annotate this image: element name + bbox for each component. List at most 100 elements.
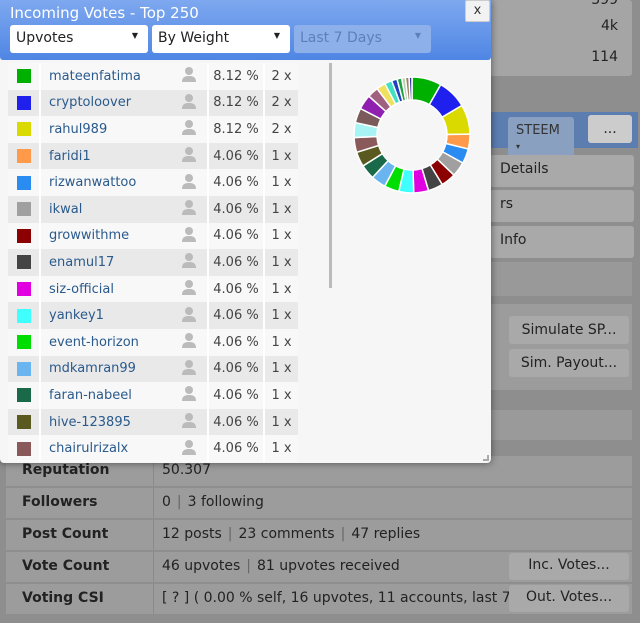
voter-link[interactable]: faran-nabeel (40, 382, 170, 409)
user-icon[interactable] (170, 222, 209, 250)
table-row: growwithme 4.06 % 1 x (8, 222, 298, 250)
user-icon[interactable] (170, 89, 209, 117)
field-value-part: 50.307 (162, 462, 211, 478)
vote-percent: 4.06 % (208, 328, 265, 356)
voter-link[interactable]: chairulrizalx (40, 435, 170, 462)
color-swatch-cell (8, 142, 41, 170)
voter-link[interactable]: ikwal (40, 195, 170, 223)
color-swatch-cell (8, 355, 41, 383)
vote-percent: 4.06 % (208, 435, 265, 462)
vote-count: 2 x (264, 63, 298, 90)
user-icon[interactable] (170, 63, 209, 90)
simulate-sp-button[interactable]: Simulate SP... (509, 316, 629, 344)
close-button[interactable]: x (465, 0, 490, 22)
voter-link[interactable]: event-horizon (40, 328, 170, 356)
table-row: cryptoloover 8.12 % 2 x (8, 89, 298, 117)
period-select: Last 7 Days ▼ (294, 25, 431, 53)
user-icon[interactable] (170, 382, 209, 409)
vote-count: 1 x (264, 382, 298, 409)
field-value-part: 81 upvotes received (257, 558, 400, 574)
table-row: enamul17 4.06 % 1 x (8, 249, 298, 276)
user-icon[interactable] (170, 142, 209, 170)
resize-handle[interactable] (483, 455, 489, 461)
field-value-part: 3 following (187, 494, 264, 510)
dialog-header: Incoming Votes - Top 250 Upvotes ▼ By Wei… (0, 0, 491, 60)
field-value-part: 0 (162, 494, 171, 510)
field-value-part: 47 replies (351, 526, 421, 542)
voter-link[interactable]: rizwanwattoo (40, 169, 170, 196)
voter-link[interactable]: rahul989 (40, 116, 170, 143)
dropdown-arrow-icon: ▾ (516, 142, 521, 151)
sort-select[interactable]: By Weight ▼ (152, 25, 290, 53)
currency-select[interactable]: STEEM ▾ (508, 117, 574, 159)
color-swatch (16, 255, 31, 270)
user-icon[interactable] (170, 195, 209, 223)
inc-votes-button[interactable]: Inc. Votes... (509, 553, 629, 580)
field-value: 46 upvotes | 81 upvotes received (162, 558, 400, 574)
color-swatch (16, 122, 31, 137)
currency-bar: STEEM ▾ ... (490, 112, 638, 159)
voter-link[interactable]: mdkamran99 (40, 355, 170, 383)
color-swatch-cell (8, 63, 41, 90)
vote-count: 2 x (264, 89, 298, 117)
incoming-votes-dialog: Incoming Votes - Top 250 Upvotes ▼ By Wei… (0, 0, 491, 463)
color-swatch (16, 202, 31, 217)
color-swatch (16, 308, 31, 323)
vote-count: 1 x (264, 222, 298, 250)
table-row: faran-nabeel 4.06 % 1 x (8, 382, 298, 409)
vote-count: 1 x (264, 249, 298, 276)
side-button[interactable]: rs (490, 190, 634, 222)
user-icon[interactable] (170, 302, 209, 329)
vote-count: 2 x (264, 116, 298, 143)
color-swatch (16, 69, 31, 84)
field-row: Followers 0 | 3 following (6, 488, 632, 518)
field-value-part: 23 comments (238, 526, 335, 542)
voter-link[interactable]: mateenfatima (40, 63, 170, 90)
vote-count: 1 x (264, 142, 298, 170)
vote-count: 1 x (264, 195, 298, 223)
user-icon[interactable] (170, 116, 209, 143)
separator: | (246, 558, 251, 574)
color-swatch-cell (8, 116, 41, 143)
donut-slice[interactable] (408, 76, 413, 101)
user-icon[interactable] (170, 249, 209, 276)
voter-link[interactable]: growwithme (40, 222, 170, 250)
vote-percent: 4.06 % (208, 302, 265, 329)
color-swatch (16, 441, 31, 456)
dropdown-arrow-icon: ▼ (273, 31, 280, 40)
info-button[interactable]: Info (490, 226, 634, 258)
user-icon[interactable] (170, 275, 209, 303)
stats-panel: 399 4k 114 (490, 0, 632, 76)
vote-percent: 4.06 % (208, 142, 265, 170)
out-votes-button[interactable]: Out. Votes... (509, 585, 629, 612)
scrollbar[interactable] (329, 63, 332, 288)
vote-type-select[interactable]: Upvotes ▼ (10, 25, 148, 53)
user-icon[interactable] (170, 355, 209, 383)
vote-count: 1 x (264, 169, 298, 196)
table-row: siz-official 4.06 % 1 x (8, 275, 298, 303)
color-swatch (16, 175, 31, 190)
vote-percent: 4.06 % (208, 408, 265, 436)
voter-link[interactable]: siz-official (40, 275, 170, 303)
voter-link[interactable]: yankey1 (40, 302, 170, 329)
user-icon[interactable] (170, 328, 209, 356)
voter-link[interactable]: cryptoloover (40, 89, 170, 117)
field-row: Vote Count 46 upvotes | 81 upvotes received… (6, 552, 632, 582)
field-value: [ ? ] ( 0.00 % self, 16 upvotes, 11 acco… (162, 590, 529, 606)
color-swatch-cell (8, 328, 41, 356)
stat-value: 399 (591, 0, 618, 8)
voter-link[interactable]: faridi1 (40, 142, 170, 170)
user-icon[interactable] (170, 435, 209, 462)
user-icon[interactable] (170, 408, 209, 436)
vote-percent: 8.12 % (208, 116, 265, 143)
field-label: Followers (14, 488, 154, 518)
color-swatch-cell (8, 169, 41, 196)
more-button[interactable]: ... (588, 115, 632, 143)
voter-link[interactable]: hive-123895 (40, 408, 170, 436)
color-swatch-cell (8, 249, 41, 276)
sort-value: By Weight (158, 30, 230, 46)
voter-link[interactable]: enamul17 (40, 249, 170, 276)
user-icon[interactable] (170, 169, 209, 196)
details-button[interactable]: Details (490, 155, 634, 187)
sim-payout-button[interactable]: Sim. Payout... (509, 349, 629, 377)
